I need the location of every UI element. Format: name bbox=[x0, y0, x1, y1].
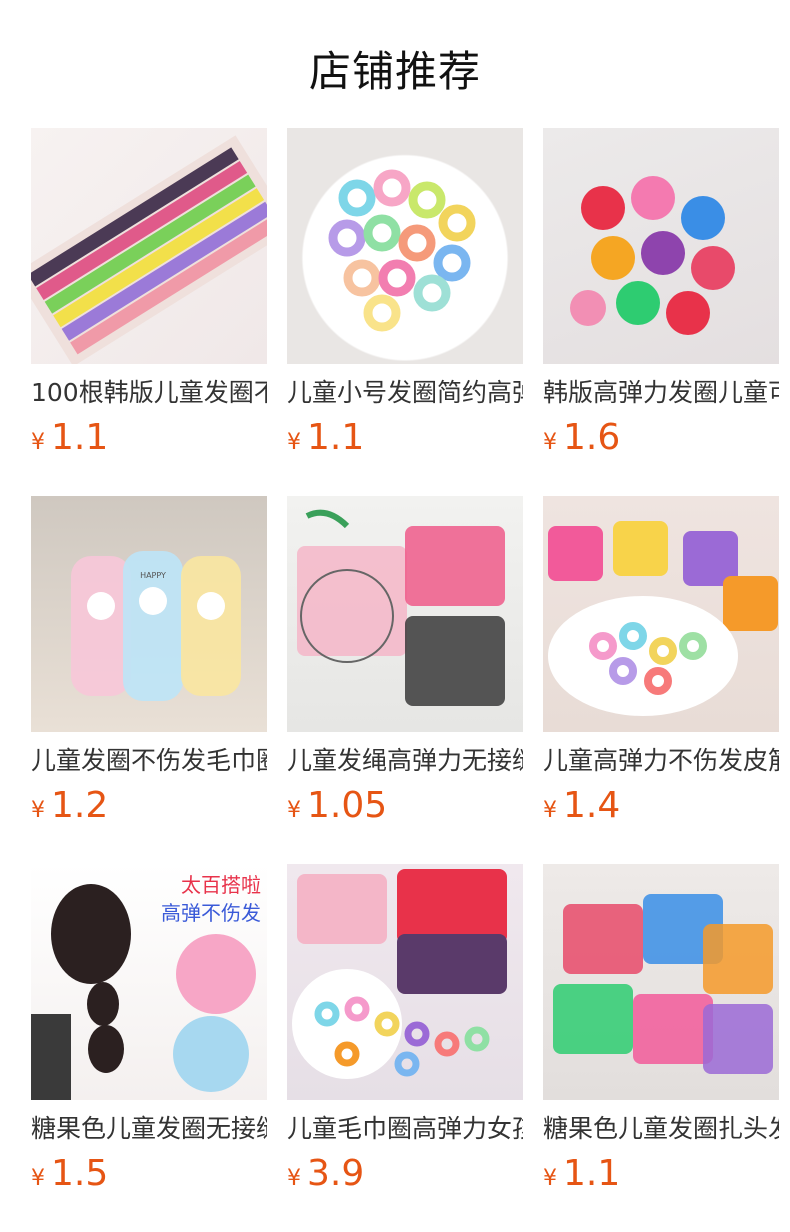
page-title: 店铺推荐 bbox=[308, 47, 481, 96]
bagged-hair-ties-illustration: HAPPY bbox=[71, 551, 241, 701]
price-value: 3.9 bbox=[307, 1153, 365, 1194]
girl-hairstyle-illustration: 太百搭啦 高弹不伤发 bbox=[31, 873, 261, 1100]
product-price: ¥3.9 bbox=[287, 1154, 523, 1200]
product-grid: 100根韩版儿童发圈不 ¥1.1 儿童小号发圈简约高弹 ¥ 1.1 韩版高弹力发… bbox=[31, 128, 779, 1232]
hair-tie-bags-illustration bbox=[553, 894, 773, 1074]
hair-ties-box-illustration bbox=[31, 135, 267, 364]
currency-symbol: ¥ bbox=[543, 1166, 557, 1191]
product-card[interactable]: 儿童高弹力不伤发皮筋 ¥1.4 bbox=[543, 496, 779, 864]
product-name[interactable]: 儿童小号发圈简约高弹 bbox=[287, 378, 523, 408]
product-card[interactable]: HAPPY 儿童发圈不伤发毛巾圈 ¥1.2 bbox=[31, 496, 267, 864]
product-card[interactable]: 太百搭啦 高弹不伤发 糖果色儿童发圈无接缝 ¥1.5 bbox=[31, 864, 267, 1232]
product-price: ¥1.1 bbox=[287, 418, 523, 464]
hair-ties-pile-illustration bbox=[292, 869, 507, 1079]
price-value: 1.2 bbox=[51, 785, 109, 826]
product-name[interactable]: 韩版高弹力发圈儿童可 bbox=[543, 378, 779, 408]
bow-hair-ties-illustration bbox=[570, 176, 735, 335]
product-image[interactable] bbox=[287, 496, 523, 732]
product-price: ¥1.05 bbox=[287, 786, 523, 832]
currency-symbol: ¥ bbox=[31, 798, 45, 823]
product-image[interactable] bbox=[543, 128, 779, 364]
product-name[interactable]: 糖果色儿童发圈扎头发 bbox=[543, 1114, 779, 1144]
product-image[interactable] bbox=[287, 864, 523, 1100]
promo-text-2: 高弹不伤发 bbox=[161, 901, 261, 925]
product-card[interactable]: 儿童发绳高弹力无接缝 ¥1.05 bbox=[287, 496, 523, 864]
product-name[interactable]: 儿童高弹力不伤发皮筋 bbox=[543, 746, 779, 776]
promo-text-1: 太百搭啦 bbox=[181, 873, 261, 897]
product-price: ¥1.1 bbox=[543, 1154, 779, 1200]
price-value: 1.5 bbox=[51, 1153, 109, 1194]
product-image[interactable]: 太百搭啦 高弹不伤发 bbox=[31, 864, 267, 1100]
price-value: 1.4 bbox=[563, 785, 621, 826]
product-price: ¥1.1 bbox=[31, 418, 267, 464]
product-price: ¥1.4 bbox=[543, 786, 779, 832]
product-card[interactable]: 韩版高弹力发圈儿童可 ¥1.6 bbox=[543, 128, 779, 496]
currency-symbol: ¥ bbox=[287, 1166, 301, 1191]
currency-symbol: ¥ bbox=[31, 430, 45, 455]
bag-label: HAPPY bbox=[140, 571, 166, 580]
product-name[interactable]: 100根韩版儿童发圈不 bbox=[31, 378, 267, 408]
price-value: 1.6 bbox=[563, 417, 621, 458]
product-name[interactable]: 儿童毛巾圈高弹力女孩 bbox=[287, 1114, 523, 1144]
currency-symbol: ¥ bbox=[287, 798, 301, 823]
price-value: 1.05 bbox=[307, 785, 388, 826]
product-card[interactable]: 糖果色儿童发圈扎头发 ¥1.1 bbox=[543, 864, 779, 1232]
price-value: 1.1 bbox=[51, 417, 109, 458]
product-name[interactable]: 儿童发圈不伤发毛巾圈 bbox=[31, 746, 267, 776]
product-image[interactable] bbox=[287, 128, 523, 364]
product-image[interactable] bbox=[543, 496, 779, 732]
currency-symbol: ¥ bbox=[31, 1166, 45, 1191]
product-card[interactable]: 儿童毛巾圈高弹力女孩 ¥3.9 bbox=[287, 864, 523, 1232]
hair-tie-packs-illustration bbox=[297, 509, 505, 706]
product-price: ¥1.6 bbox=[543, 418, 779, 464]
hair-ties-jars-illustration bbox=[548, 521, 778, 716]
price-value: 1.1 bbox=[307, 417, 365, 458]
product-card[interactable]: 100根韩版儿童发圈不 ¥1.1 bbox=[31, 128, 267, 496]
product-price: ¥1.5 bbox=[31, 1154, 267, 1200]
price-value: 1.1 bbox=[563, 1153, 621, 1194]
product-image[interactable] bbox=[543, 864, 779, 1100]
product-price: ¥1.2 bbox=[31, 786, 267, 832]
product-image[interactable]: HAPPY bbox=[31, 496, 267, 732]
currency-symbol: ¥ bbox=[543, 798, 557, 823]
currency-symbol: ¥ bbox=[543, 430, 557, 455]
product-name[interactable]: 糖果色儿童发圈无接缝 bbox=[31, 1114, 267, 1144]
product-name[interactable]: 儿童发绳高弹力无接缝 bbox=[287, 746, 523, 776]
currency-symbol: ¥ bbox=[287, 430, 301, 455]
product-image[interactable] bbox=[31, 128, 267, 364]
hair-ties-plate-illustration bbox=[328, 169, 476, 332]
product-card[interactable]: 儿童小号发圈简约高弹 ¥1.1 bbox=[287, 128, 523, 496]
